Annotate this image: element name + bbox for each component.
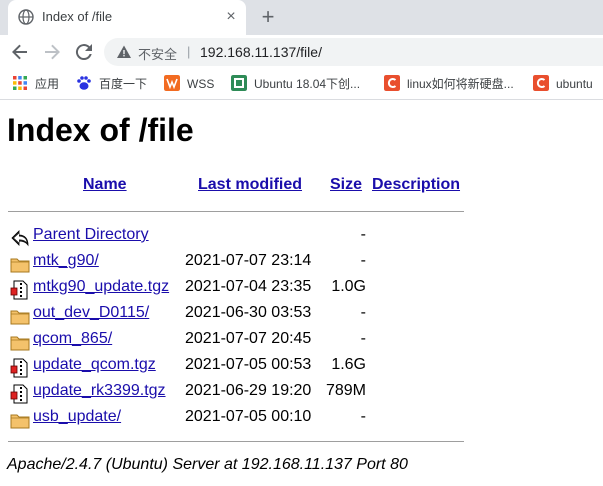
parent-directory-link[interactable]: Parent Directory bbox=[33, 226, 149, 244]
row-date: 2021-07-04 23:35 bbox=[185, 278, 312, 295]
bookmark-label: 百度一下 bbox=[99, 77, 148, 91]
sort-by-description-link[interactable]: Description bbox=[372, 176, 460, 194]
warning-icon[interactable] bbox=[116, 44, 132, 60]
baidu-icon bbox=[77, 76, 91, 90]
apps-icon bbox=[13, 76, 27, 90]
row-size: - bbox=[360, 304, 366, 321]
sort-by-size-link[interactable]: Size bbox=[330, 176, 362, 194]
bookmark-linux-disk[interactable]: linux如何将新硬盘... bbox=[384, 75, 514, 93]
csdn-icon bbox=[533, 75, 549, 91]
bookmark-label: 应用 bbox=[35, 77, 60, 91]
row-size: 1.0G bbox=[331, 278, 366, 295]
file-link[interactable]: usb_update/ bbox=[33, 408, 121, 426]
file-link[interactable]: update_rk3399.tgz bbox=[33, 382, 166, 400]
bookmark-apps[interactable]: 应用 bbox=[12, 75, 59, 93]
wss-icon bbox=[164, 75, 180, 91]
bookmark-wss[interactable]: WSS bbox=[164, 75, 214, 93]
bookmark-ubuntu-1804[interactable]: Ubuntu 18.04下创... bbox=[231, 75, 360, 93]
table-row: mtk_g90/ 2021-07-07 23:14 - bbox=[8, 252, 478, 276]
sort-by-name-link[interactable]: Name bbox=[83, 176, 127, 194]
bookmark-label: linux如何将新硬盘... bbox=[407, 77, 514, 91]
server-signature: Apache/2.4.7 (Ubuntu) Server at 192.168.… bbox=[7, 456, 408, 473]
folder-icon bbox=[10, 336, 30, 351]
bookmark-ubuntu[interactable]: ubuntu bbox=[533, 75, 593, 93]
row-date: 2021-07-05 00:53 bbox=[185, 356, 312, 373]
security-label[interactable]: 不安全 bbox=[138, 44, 177, 63]
row-size: 789M bbox=[325, 382, 366, 399]
row-size: 1.6G bbox=[331, 356, 366, 373]
row-date: 2021-07-05 00:10 bbox=[185, 408, 312, 425]
row-size: - bbox=[360, 330, 366, 347]
globe-icon bbox=[18, 9, 34, 25]
file-link[interactable]: update_qcom.tgz bbox=[33, 356, 156, 374]
row-date: 2021-07-07 23:14 bbox=[185, 252, 312, 269]
forward-button[interactable] bbox=[40, 40, 64, 64]
compressed-file-icon bbox=[10, 358, 28, 378]
file-link[interactable]: out_dev_D0115/ bbox=[33, 304, 149, 322]
table-row: out_dev_D0115/ 2021-06-30 03:53 - bbox=[8, 304, 478, 328]
table-row: mtkg90_update.tgz 2021-07-04 23:35 1.0G bbox=[8, 278, 478, 302]
tab-strip: Index of /file × + bbox=[0, 0, 603, 35]
row-size: - bbox=[360, 226, 366, 243]
folder-icon bbox=[10, 414, 30, 429]
file-link[interactable]: mtk_g90/ bbox=[33, 252, 99, 270]
page-content: Index of /file Name Last modified Size D… bbox=[0, 100, 603, 486]
bookmark-label: WSS bbox=[187, 77, 215, 91]
new-tab-button[interactable]: + bbox=[256, 6, 280, 30]
ubuntu-bookmark-icon bbox=[231, 75, 247, 91]
bookmark-label: ubuntu bbox=[556, 77, 593, 91]
row-date: 2021-06-30 03:53 bbox=[185, 304, 312, 321]
folder-icon bbox=[10, 310, 30, 325]
file-link[interactable]: qcom_865/ bbox=[33, 330, 112, 348]
folder-icon bbox=[10, 258, 30, 273]
row-size: - bbox=[360, 252, 366, 269]
tab-title: Index of /file bbox=[42, 9, 113, 24]
compressed-file-icon bbox=[10, 384, 28, 404]
omnibox-separator: | bbox=[187, 44, 191, 59]
compressed-file-icon bbox=[10, 280, 28, 300]
bookmark-baidu[interactable]: 百度一下 bbox=[76, 75, 147, 93]
row-date: 2021-06-29 19:20 bbox=[185, 382, 312, 399]
url-text[interactable]: 192.168.11.137/file/ bbox=[200, 44, 322, 60]
browser-toolbar: 不安全 | 192.168.11.137/file/ bbox=[0, 35, 603, 69]
bookmarks-bar: 应用 百度一下 WSS Ubuntu 18.04下创... linux如何将新硬… bbox=[0, 69, 603, 100]
tab-index-of-file[interactable]: Index of /file × bbox=[8, 0, 246, 35]
page-title: Index of /file bbox=[7, 112, 194, 148]
footer-divider bbox=[8, 441, 464, 442]
table-row: usb_update/ 2021-07-05 00:10 - bbox=[8, 408, 478, 432]
back-arrow-icon bbox=[11, 230, 29, 247]
table-row: update_qcom.tgz 2021-07-05 00:53 1.6G bbox=[8, 356, 478, 380]
sort-by-last-modified-link[interactable]: Last modified bbox=[198, 176, 302, 194]
table-row: update_rk3399.tgz 2021-06-29 19:20 789M bbox=[8, 382, 478, 406]
file-link[interactable]: mtkg90_update.tgz bbox=[33, 278, 169, 296]
address-bar[interactable]: 不安全 | 192.168.11.137/file/ bbox=[104, 38, 603, 66]
csdn-icon bbox=[384, 75, 400, 91]
table-row: Parent Directory - bbox=[8, 226, 478, 250]
reload-button[interactable] bbox=[72, 40, 96, 64]
close-tab-icon[interactable]: × bbox=[222, 8, 240, 26]
row-size: - bbox=[360, 408, 366, 425]
back-button[interactable] bbox=[8, 40, 32, 64]
row-date: 2021-07-07 20:45 bbox=[185, 330, 312, 347]
table-row: qcom_865/ 2021-07-07 20:45 - bbox=[8, 330, 478, 354]
bookmark-label: Ubuntu 18.04下创... bbox=[254, 77, 361, 91]
header-divider bbox=[8, 211, 464, 212]
